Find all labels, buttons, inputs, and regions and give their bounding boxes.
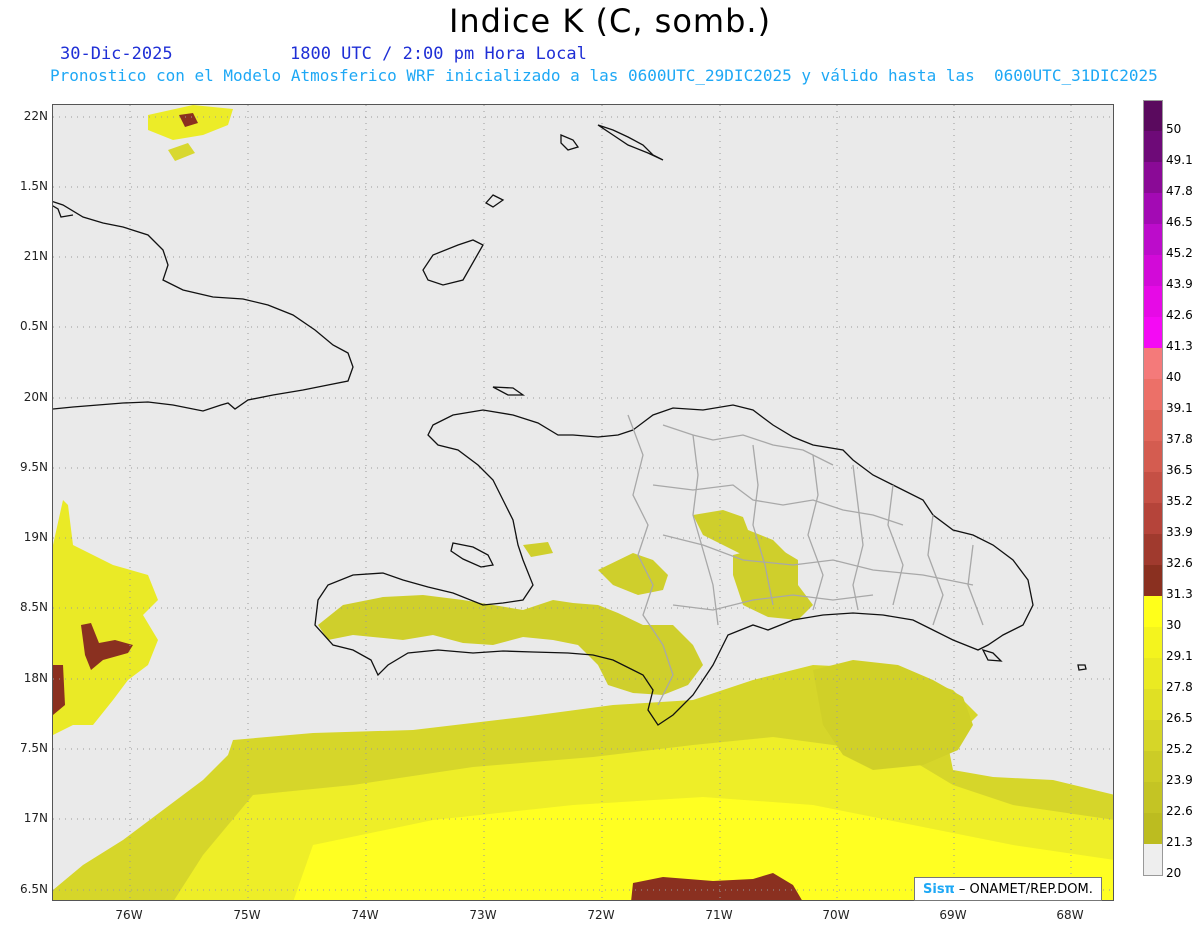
- lat-label-18n: 18N: [23, 671, 48, 685]
- lat-label-20n: 20N: [23, 390, 48, 404]
- colorbar-label: 21.3: [1166, 835, 1193, 849]
- colorbar-label: 46.5: [1166, 215, 1193, 229]
- colorbar-swatch: [1143, 224, 1163, 255]
- lon-label-70w: 70W: [822, 908, 850, 922]
- colorbar-swatch: [1143, 348, 1163, 379]
- saona-island: [981, 648, 1003, 662]
- k-patch-dr-west: [598, 553, 668, 595]
- lat-label-21-5n: 1.5N: [19, 179, 48, 193]
- gonave-island: [450, 542, 494, 568]
- k-patch-jamaica: [53, 500, 158, 735]
- colorbar-swatch: [1143, 193, 1163, 224]
- colorbar-label: 36.5: [1166, 463, 1193, 477]
- island-3: [597, 124, 664, 161]
- colorbar-label: 29.1: [1166, 649, 1193, 663]
- colorbar-swatch: [1143, 255, 1163, 286]
- colorbar-label: 26.5: [1166, 711, 1193, 725]
- lon-label-74w: 74W: [351, 908, 379, 922]
- colorbar-swatch: [1143, 534, 1163, 565]
- credit-box: Sisπ – ONAMET/REP.DOM.: [914, 877, 1102, 901]
- lon-label-71w: 71W: [705, 908, 733, 922]
- colorbar-swatch: [1143, 782, 1163, 813]
- colorbar-label: 43.9: [1166, 277, 1193, 291]
- credit-brand: Sisπ: [923, 881, 955, 897]
- colorbar-label: 41.3: [1166, 339, 1193, 353]
- colorbar-label: 23.9: [1166, 773, 1193, 787]
- lat-label-16-5n: 6.5N: [19, 882, 48, 896]
- colorbar-swatch: [1143, 317, 1163, 348]
- colorbar-label: 42.6: [1166, 308, 1193, 322]
- colorbar-label: 20: [1166, 866, 1182, 880]
- lon-label-73w: 73W: [469, 908, 497, 922]
- colorbar-swatch: [1143, 379, 1163, 410]
- lat-label-19n: 19N: [23, 530, 48, 544]
- colorbar-label: 25.2: [1166, 742, 1193, 756]
- colorbar-swatch: [1143, 720, 1163, 751]
- lon-label-76w: 76W: [115, 908, 143, 922]
- forecast-time: 1800 UTC / 2:00 pm Hora Local: [290, 44, 587, 64]
- island-4: [560, 134, 580, 151]
- colorbar-swatch: [1143, 596, 1163, 627]
- lat-label-22n: 22N: [23, 109, 48, 123]
- forecast-subtitle: Pronostico con el Modelo Atmosferico WRF…: [50, 66, 1158, 85]
- lat-label-18-5n: 8.5N: [19, 600, 48, 614]
- colorbar-label: 47.8: [1166, 184, 1193, 198]
- colorbar-label: 45.2: [1166, 246, 1193, 260]
- colorbar-swatch: [1143, 689, 1163, 720]
- tortuga-island: [492, 386, 526, 396]
- colorbar-label: 49.1: [1166, 153, 1193, 167]
- colorbar-swatch: [1143, 627, 1163, 658]
- colorbar-swatch: [1143, 658, 1163, 689]
- forecast-date: 30-Dic-2025: [60, 44, 173, 64]
- colorbar-swatch: [1143, 286, 1163, 317]
- colorbar-swatch: [1143, 162, 1163, 193]
- colorbar-swatch: [1143, 565, 1163, 596]
- k-patch-haiti-north: [523, 542, 553, 557]
- lon-label-69w: 69W: [939, 908, 967, 922]
- colorbar-label: 31.3: [1166, 587, 1193, 601]
- k-patch-dr-center: [733, 545, 813, 620]
- colorbar-label: 33.9: [1166, 525, 1193, 539]
- colorbar-label: 32.6: [1166, 556, 1193, 570]
- colorbar-swatch: [1143, 100, 1163, 132]
- colorbar-label: 39.1: [1166, 401, 1193, 415]
- map-title: Indice K (C, somb.): [448, 2, 772, 40]
- colorbar-label: 50: [1166, 122, 1182, 136]
- map-canvas: [53, 105, 1113, 900]
- lon-label-68w: 68W: [1056, 908, 1084, 922]
- lon-label-72w: 72W: [587, 908, 615, 922]
- mona-island: [1077, 664, 1087, 671]
- colorbar-label: 30: [1166, 618, 1182, 632]
- map-panel: [52, 104, 1114, 901]
- k-index-shading: [53, 105, 1113, 900]
- colorbar-label: 27.8: [1166, 680, 1193, 694]
- colorbar-swatch: [1143, 410, 1163, 441]
- island-2: [484, 194, 505, 208]
- colorbar-swatch: [1143, 131, 1163, 162]
- colorbar-swatch: [1143, 844, 1163, 876]
- lat-label-19-5n: 9.5N: [19, 460, 48, 474]
- colorbar-swatch: [1143, 813, 1163, 844]
- colorbar-swatch: [1143, 503, 1163, 534]
- colorbar-label: 22.6: [1166, 804, 1193, 818]
- lat-label-21n: 21N: [23, 249, 48, 263]
- colorbar-label: 35.2: [1166, 494, 1193, 508]
- lat-label-20-5n: 0.5N: [19, 319, 48, 333]
- lon-label-75w: 75W: [233, 908, 261, 922]
- colorbar-swatch: [1143, 441, 1163, 472]
- colorbar-swatch: [1143, 751, 1163, 782]
- lat-label-17-5n: 7.5N: [19, 741, 48, 755]
- cuba-coast: [53, 200, 354, 412]
- colorbar-label: 40: [1166, 370, 1182, 384]
- colorbar-label: 37.8: [1166, 432, 1193, 446]
- island-1: [422, 239, 484, 286]
- credit-text: – ONAMET/REP.DOM.: [958, 881, 1093, 897]
- lat-label-17n: 17N: [23, 811, 48, 825]
- colorbar-swatch: [1143, 472, 1163, 503]
- k-patch-cuba-2: [168, 143, 195, 161]
